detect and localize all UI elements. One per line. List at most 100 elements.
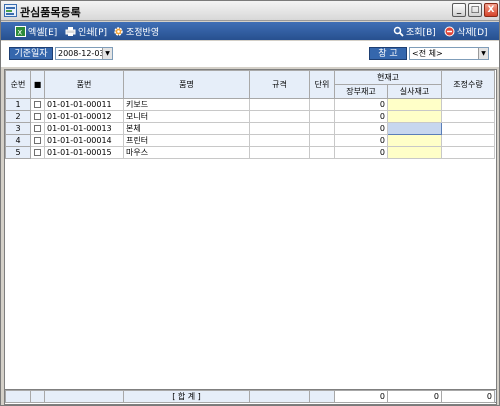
row-name: 본체 — [123, 122, 250, 135]
row-unit — [309, 134, 335, 147]
row-seq: 5 — [5, 146, 31, 159]
row-unit — [309, 146, 335, 159]
row-unit — [309, 98, 335, 111]
row-name: 키보드 — [123, 98, 250, 111]
col-check[interactable]: ■ — [30, 70, 45, 99]
table-row[interactable]: 3 01-01-01-00013 본체 0 — [5, 122, 495, 135]
table-row[interactable]: 2 01-01-01-00012 모니터 0 — [5, 110, 495, 123]
row-book-stock: 0 — [334, 146, 388, 159]
table-row[interactable]: 4 01-01-01-00014 프린터 0 — [5, 134, 495, 147]
row-actual-stock[interactable] — [387, 110, 442, 123]
col-spec[interactable]: 규격 — [249, 70, 310, 99]
adjust-apply-label: 조정반영 — [126, 28, 160, 38]
row-seq: 4 — [5, 134, 31, 147]
row-code: 01-01-01-00014 — [44, 134, 124, 147]
excel-button[interactable]: x 엑셀[E] — [15, 25, 57, 38]
toolbar: x 엑셀[E] 인쇄[P] 조정반영 조회[B] 삭제[D] — [1, 22, 499, 40]
row-name: 마우스 — [123, 146, 250, 159]
svg-text:x: x — [18, 28, 23, 37]
warehouse-label: 창 고 — [369, 47, 407, 60]
row-adjust-qty — [441, 98, 495, 111]
row-unit — [309, 110, 335, 123]
row-unit — [309, 122, 335, 135]
chevron-down-icon[interactable]: ▼ — [478, 48, 488, 59]
row-spec — [249, 122, 310, 135]
row-adjust-qty — [441, 146, 495, 159]
row-book-stock: 0 — [334, 134, 388, 147]
print-label: 인쇄[P] — [78, 28, 108, 38]
row-seq: 3 — [5, 122, 31, 135]
total-book-stock: 0 — [334, 390, 388, 403]
print-button[interactable]: 인쇄[P] — [65, 25, 107, 38]
app-icon — [4, 4, 17, 17]
row-spec — [249, 110, 310, 123]
delete-button[interactable]: 삭제[D] — [444, 25, 488, 38]
warehouse-value: <전 체> — [412, 49, 443, 58]
row-book-stock: 0 — [334, 98, 388, 111]
col-name[interactable]: 품명 — [123, 70, 250, 99]
col-seq[interactable]: 순번 — [5, 70, 31, 99]
totals-blank — [309, 390, 335, 403]
row-spec — [249, 146, 310, 159]
totals-table: [ 합 계 ] 0 0 0 — [5, 390, 495, 403]
minimize-button[interactable]: _ — [452, 3, 466, 17]
table-row[interactable]: 1 01-01-01-00011 키보드 0 — [5, 98, 495, 111]
warehouse-combo[interactable]: <전 체> ▼ — [409, 47, 489, 60]
search-button[interactable]: 조회[B] — [393, 25, 436, 38]
row-book-stock: 0 — [334, 122, 388, 135]
row-code: 01-01-01-00012 — [44, 110, 124, 123]
window-title: 관심품목등록 — [20, 6, 81, 19]
total-actual-stock: 0 — [387, 390, 442, 403]
row-actual-stock[interactable] — [387, 134, 442, 147]
row-checkbox[interactable] — [30, 98, 45, 111]
title-bar: 관심품목등록 _ □ X — [1, 1, 499, 21]
row-actual-stock[interactable] — [387, 98, 442, 111]
row-spec — [249, 134, 310, 147]
row-adjust-qty — [441, 110, 495, 123]
row-name: 모니터 — [123, 110, 250, 123]
row-spec — [249, 98, 310, 111]
date-label: 기준일자 — [9, 47, 53, 60]
totals-blank — [5, 390, 31, 403]
row-name: 프린터 — [123, 134, 250, 147]
col-book-stock[interactable]: 장부재고 — [334, 84, 388, 99]
row-book-stock: 0 — [334, 110, 388, 123]
app-window: 관심품목등록 _ □ X x 엑셀[E] 인쇄[P] 조정반영 조회[B] 삭제… — [0, 0, 500, 406]
col-actual-stock[interactable]: 실사재고 — [387, 84, 442, 99]
totals-blank — [44, 390, 124, 403]
row-code: 01-01-01-00015 — [44, 146, 124, 159]
search-label: 조회[B] — [406, 28, 436, 38]
row-code: 01-01-01-00011 — [44, 98, 124, 111]
row-adjust-qty — [441, 122, 495, 135]
row-actual-stock[interactable] — [387, 146, 442, 159]
totals-row: [ 합 계 ] 0 0 0 — [4, 389, 497, 403]
table-row[interactable]: 5 01-01-01-00015 마우스 0 — [5, 146, 495, 159]
adjust-apply-button[interactable]: 조정반영 — [113, 25, 159, 38]
maximize-button[interactable]: □ — [468, 3, 482, 17]
excel-icon: x — [15, 26, 26, 37]
totals-blank — [30, 390, 45, 403]
items-grid[interactable]: 순번 ■ 품번 품명 규격 단위 현재고 조정수량 장부재고 실사재고 1 01… — [4, 69, 497, 405]
row-seq: 2 — [5, 110, 31, 123]
printer-icon — [65, 26, 76, 37]
col-stock-group: 현재고 — [334, 70, 442, 85]
row-checkbox[interactable] — [30, 134, 45, 147]
row-seq: 1 — [5, 98, 31, 111]
close-button[interactable]: X — [484, 3, 498, 17]
col-adjust-qty[interactable]: 조정수량 — [441, 70, 495, 99]
total-adjust-qty: 0 — [441, 390, 495, 403]
row-actual-stock-selected[interactable] — [387, 122, 442, 135]
date-combo[interactable]: 2008-12-03 ▼ — [55, 47, 113, 60]
col-unit[interactable]: 단위 — [309, 70, 335, 99]
totals-blank — [249, 390, 310, 403]
totals-label: [ 합 계 ] — [123, 390, 250, 403]
row-checkbox[interactable] — [30, 110, 45, 123]
delete-label: 삭제[D] — [457, 28, 488, 38]
chevron-down-icon[interactable]: ▼ — [102, 48, 112, 59]
row-checkbox[interactable] — [30, 122, 45, 135]
search-icon — [393, 26, 404, 37]
row-checkbox[interactable] — [30, 146, 45, 159]
col-code[interactable]: 품번 — [44, 70, 124, 99]
date-value: 2008-12-03 — [58, 49, 105, 58]
filter-bar: 기준일자 2008-12-03 ▼ 창 고 <전 체> ▼ — [1, 41, 499, 67]
